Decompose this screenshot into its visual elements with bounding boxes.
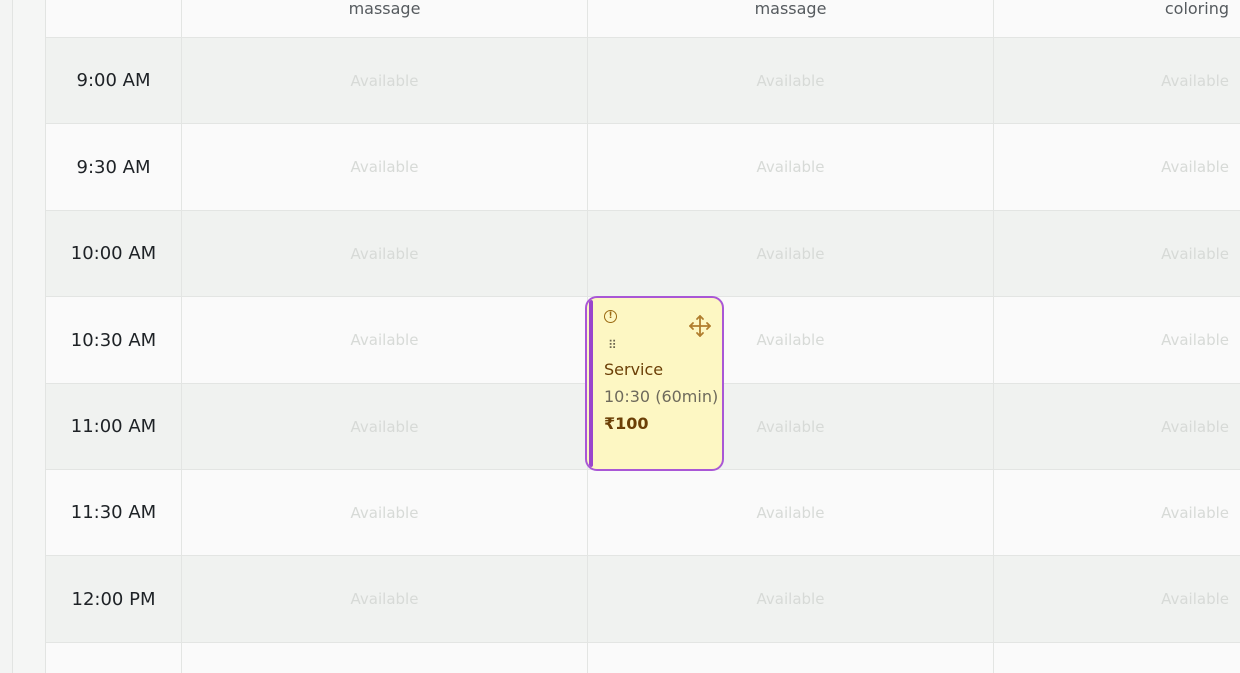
available-label: Available	[350, 244, 419, 263]
time-label: 11:30 AM	[46, 470, 182, 555]
appointment-price: ₹100	[604, 414, 649, 433]
slot-cell[interactable]: Available	[588, 38, 994, 123]
slot-cell[interactable]: Available	[182, 38, 588, 123]
time-column-header	[46, 0, 182, 37]
available-label: Available	[1161, 590, 1229, 608]
available-label: Available	[756, 158, 825, 176]
slot-cell[interactable]	[182, 643, 588, 673]
time-label: 12:00 PM	[46, 556, 182, 642]
available-label: Available	[756, 71, 825, 90]
available-label: Available	[350, 331, 419, 349]
slot-cell[interactable]: Available	[182, 124, 588, 210]
left-sidebar-edge	[0, 0, 13, 673]
slot-cell[interactable]	[994, 643, 1240, 673]
slot-cell[interactable]: Available	[182, 211, 588, 296]
slot-cell[interactable]: Available	[994, 556, 1240, 642]
slot-cell[interactable]: Available	[588, 470, 994, 555]
slot-cell[interactable]: Available	[994, 384, 1240, 469]
time-slot-row: 11:30 AM Available Available Available	[46, 470, 1240, 556]
time-label: 11:00 AM	[46, 384, 182, 469]
available-label: Available	[1161, 158, 1229, 176]
drag-handle-icon[interactable]: ⠿	[608, 339, 617, 351]
available-label: Available	[756, 503, 825, 522]
available-label: Available	[756, 331, 825, 349]
available-label: Available	[350, 417, 419, 436]
time-label: 9:00 AM	[46, 38, 182, 123]
time-label: 9:30 AM	[46, 124, 182, 210]
time-label	[46, 643, 182, 673]
available-label: Available	[1161, 244, 1229, 263]
column-header: coloring	[994, 0, 1240, 37]
time-slot-row	[46, 643, 1240, 673]
time-label: 10:30 AM	[46, 297, 182, 383]
time-slot-row: 12:00 PM Available Available Available	[46, 556, 1240, 643]
available-label: Available	[350, 590, 419, 608]
slot-cell[interactable]: Available	[182, 470, 588, 555]
slot-cell[interactable]: Available	[994, 297, 1240, 383]
available-label: Available	[756, 244, 825, 263]
slot-cell[interactable]: Available	[588, 124, 994, 210]
time-slot-row: 10:00 AM Available Available Available	[46, 211, 1240, 297]
slot-cell[interactable]: Available	[994, 211, 1240, 296]
column-header-label: massage	[754, 0, 827, 18]
slot-cell[interactable]: Available	[182, 556, 588, 642]
column-header-row: massage massage coloring	[46, 0, 1240, 38]
available-label: Available	[756, 417, 825, 436]
appointment-accent-bar	[589, 300, 593, 467]
appointment-card[interactable]: ! ⠿ Service 10:30 (60min) ₹100	[585, 296, 724, 471]
appointment-title: Service	[604, 360, 664, 379]
time-label: 10:00 AM	[46, 211, 182, 296]
available-label: Available	[350, 71, 419, 90]
available-label: Available	[350, 158, 419, 176]
available-label: Available	[756, 590, 825, 608]
appointment-time: 10:30 (60min)	[604, 387, 719, 406]
available-label: Available	[1161, 331, 1229, 349]
available-label: Available	[1161, 503, 1229, 522]
slot-cell[interactable]: Available	[994, 38, 1240, 123]
available-label: Available	[1161, 71, 1229, 90]
time-slot-row: 9:00 AM Available Available Available	[46, 38, 1240, 124]
alert-circle-icon: !	[604, 310, 617, 323]
move-icon[interactable]	[688, 314, 712, 338]
slot-cell[interactable]: Available	[588, 211, 994, 296]
time-slot-row: 9:30 AM Available Available Available	[46, 124, 1240, 211]
slot-cell[interactable]: Available	[588, 556, 994, 642]
slot-cell[interactable]: Available	[994, 124, 1240, 210]
slot-cell[interactable]: Available	[994, 470, 1240, 555]
column-header: massage	[182, 0, 588, 37]
column-header-label: coloring	[1164, 0, 1229, 18]
slot-cell[interactable]	[588, 643, 994, 673]
slot-cell[interactable]: Available	[182, 297, 588, 383]
column-header-label: massage	[348, 0, 421, 18]
available-label: Available	[1161, 417, 1229, 436]
slot-cell[interactable]: Available	[182, 384, 588, 469]
available-label: Available	[350, 503, 419, 522]
column-header: massage	[588, 0, 994, 37]
